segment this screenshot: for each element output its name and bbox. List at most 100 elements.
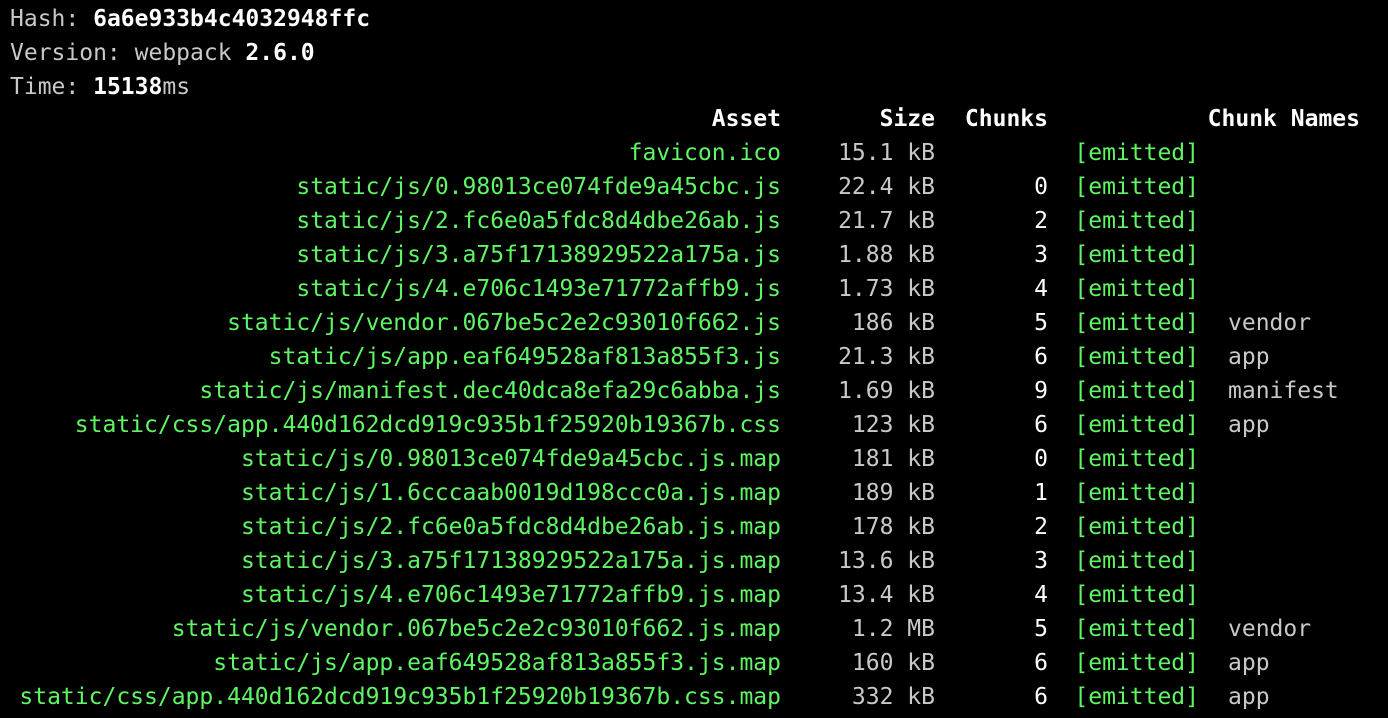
table-row: static/js/app.eaf649528af813a855f3.js 21.… [0,340,1360,374]
chunk-id: 6 [1034,684,1048,710]
column-header-status [1048,102,1199,136]
table-row: static/css/app.440d162dcd919c935b1f25920… [0,680,1360,714]
asset-size: 178 kB [851,514,935,540]
chunk-id: 2 [1034,208,1048,234]
chunk-name [1199,238,1360,272]
asset-name: static/js/2.fc6e0a5fdc8d4dbe26ab.js [296,208,781,234]
asset-size: 22.4 kB [838,174,935,200]
asset-name: static/css/app.440d162dcd919c935b1f25920… [74,412,781,438]
table-row: static/js/app.eaf649528af813a855f3.js.ma… [0,646,1360,680]
asset-size: 1.88 kB [838,242,935,268]
asset-name: static/js/manifest.dec40dca8efa29c6abba.… [199,378,781,404]
chunk-id: 4 [1034,582,1048,608]
emitted-status: [emitted] [1074,242,1199,268]
asset-size: 13.4 kB [838,582,935,608]
asset-size: 1.2 MB [851,616,935,642]
table-row: static/js/4.e706c1493e71772affb9.js 1.73 … [0,272,1360,306]
table-row: static/js/2.fc6e0a5fdc8d4dbe26ab.js 21.7 … [0,204,1360,238]
hash-line: Hash: 6a6e933b4c4032948ffc [10,2,1388,36]
version-line: Version: webpack 2.6.0 [10,36,1388,70]
chunk-id: 3 [1034,548,1048,574]
asset-name: static/css/app.440d162dcd919c935b1f25920… [19,684,781,710]
asset-name: static/js/3.a75f17138929522a175a.js [296,242,781,268]
column-header-chunks: Chunks [964,106,1048,132]
emitted-status: [emitted] [1074,412,1199,438]
chunk-id: 9 [1034,378,1048,404]
asset-name: static/js/app.eaf649528af813a855f3.js.ma… [213,650,781,676]
chunk-id: 3 [1034,242,1048,268]
table-row: static/js/vendor.067be5c2e2c93010f662.js… [0,306,1360,340]
asset-table: Asset Size Chunks Chunk Names favicon.ic… [0,102,1360,714]
table-row: static/js/0.98013ce074fde9a45cbc.js.map 1… [0,442,1360,476]
asset-name: static/js/4.e706c1493e71772affb9.js [296,276,781,302]
emitted-status: [emitted] [1074,616,1199,642]
chunk-name: app [1228,650,1270,676]
chunk-name [1199,578,1360,612]
asset-size: 332 kB [851,684,935,710]
emitted-status: [emitted] [1074,208,1199,234]
asset-size: 181 kB [851,446,935,472]
asset-size: 15.1 kB [838,140,935,166]
chunk-id: 6 [1034,650,1048,676]
table-row: static/js/0.98013ce074fde9a45cbc.js 22.4 … [0,170,1360,204]
chunk-name [1199,136,1360,170]
emitted-status: [emitted] [1074,480,1199,506]
asset-name: static/js/vendor.067be5c2e2c93010f662.js… [171,616,781,642]
asset-size: 21.3 kB [838,344,935,370]
chunk-name [1199,170,1360,204]
asset-size: 21.7 kB [838,208,935,234]
table-row: static/js/1.6cccaab0019d198ccc0a.js.map 1… [0,476,1360,510]
table-row: static/js/3.a75f17138929522a175a.js.map 1… [0,544,1360,578]
asset-table-header: Asset Size Chunks Chunk Names [0,102,1360,136]
chunk-id: 5 [1034,616,1048,642]
asset-size: 160 kB [851,650,935,676]
emitted-status: [emitted] [1074,514,1199,540]
asset-rows: favicon.ico 15.1 kB [emitted] static/js/0.9… [0,136,1360,714]
table-row: static/css/app.440d162dcd919c935b1f25920… [0,408,1360,442]
chunk-name: app [1228,412,1270,438]
table-row: static/js/2.fc6e0a5fdc8d4dbe26ab.js.map 1… [0,510,1360,544]
asset-name: static/js/4.e706c1493e71772affb9.js.map [240,582,781,608]
table-row: static/js/3.a75f17138929522a175a.js 1.88 … [0,238,1360,272]
emitted-status: [emitted] [1074,548,1199,574]
emitted-status: [emitted] [1074,378,1199,404]
chunk-name [1199,476,1360,510]
asset-name: favicon.ico [628,140,781,166]
table-row: static/js/vendor.067be5c2e2c93010f662.js… [0,612,1360,646]
emitted-status: [emitted] [1074,344,1199,370]
asset-name: static/js/app.eaf649528af813a855f3.js [268,344,781,370]
version-label: Version: webpack [10,40,246,66]
column-header-chunk-names: Chunk Names [1207,106,1360,132]
emitted-status: [emitted] [1074,582,1199,608]
time-value: 15138 [93,74,163,100]
chunk-name: vendor [1228,616,1312,642]
table-row: static/js/4.e706c1493e71772affb9.js.map 1… [0,578,1360,612]
chunk-name [1199,204,1360,238]
asset-name: static/js/0.98013ce074fde9a45cbc.js [296,174,781,200]
asset-size: 189 kB [851,480,935,506]
column-header-asset: Asset [711,106,781,132]
chunk-id: 5 [1034,310,1048,336]
time-unit: ms [162,74,191,100]
version-value: 2.6.0 [245,40,315,66]
hash-label: Hash: [10,6,94,32]
asset-name: static/js/0.98013ce074fde9a45cbc.js.map [240,446,781,472]
emitted-status: [emitted] [1074,276,1199,302]
chunk-name: app [1228,684,1270,710]
emitted-status: [emitted] [1074,310,1199,336]
time-label: Time: [10,74,94,100]
asset-size: 1.69 kB [838,378,935,404]
asset-name: static/js/1.6cccaab0019d198ccc0a.js.map [240,480,781,506]
chunk-id: 0 [1034,174,1048,200]
chunk-id: 6 [1034,344,1048,370]
chunk-id: 2 [1034,514,1048,540]
chunk-id: 4 [1034,276,1048,302]
hash-value: 6a6e933b4c4032948ffc [93,6,371,32]
chunk-id: 1 [1034,480,1048,506]
asset-size: 123 kB [851,412,935,438]
chunk-name [1199,272,1360,306]
asset-size: 186 kB [851,310,935,336]
chunk-name [1199,544,1360,578]
emitted-status: [emitted] [1074,684,1199,710]
table-row: favicon.ico 15.1 kB [emitted] [0,136,1360,170]
